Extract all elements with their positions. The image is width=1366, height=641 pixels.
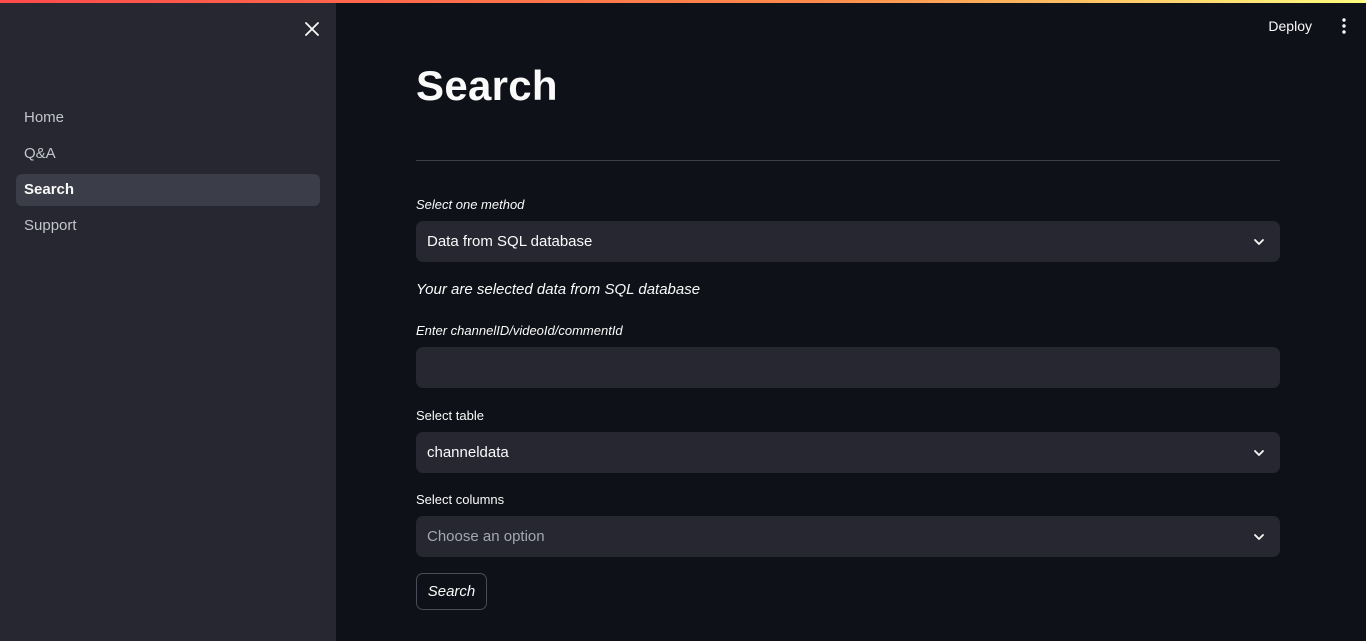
id-input-field[interactable]	[416, 347, 1280, 388]
sidebar: Home Q&A Search Support	[0, 0, 336, 641]
page-title: Search	[416, 62, 558, 109]
method-label: Select one method	[416, 197, 525, 212]
search-button[interactable]: Search	[416, 573, 487, 610]
table-select-label: Select table	[416, 408, 484, 423]
sidebar-nav: Home Q&A Search Support	[16, 102, 320, 246]
close-icon	[305, 22, 319, 36]
id-input-label: Enter channelID/videoId/commentId	[416, 323, 623, 338]
table-select[interactable]: channeldata	[416, 432, 1280, 473]
main-menu-button[interactable]	[1332, 14, 1356, 38]
method-select-value: Data from SQL database	[427, 233, 593, 250]
close-sidebar-button[interactable]	[300, 17, 324, 41]
sidebar-item-support[interactable]: Support	[16, 210, 320, 242]
columns-select-label: Select columns	[416, 492, 505, 507]
columns-placeholder: Choose an option	[427, 528, 545, 545]
more-vertical-icon	[1342, 18, 1346, 34]
selection-info-text: Your are selected data from SQL database	[416, 281, 701, 298]
deploy-button[interactable]: Deploy	[1268, 18, 1312, 34]
columns-multiselect[interactable]: Choose an option	[416, 516, 1280, 557]
top-decoration-bar	[0, 0, 1366, 3]
chevron-down-icon	[1254, 450, 1264, 456]
table-select-value: channeldata	[427, 444, 509, 461]
sidebar-item-search[interactable]: Search	[16, 174, 320, 206]
chevron-down-icon	[1254, 534, 1264, 540]
method-select[interactable]: Data from SQL database	[416, 221, 1280, 262]
sidebar-item-qa[interactable]: Q&A	[16, 138, 320, 170]
header-actions: Deploy	[1268, 0, 1366, 52]
divider	[416, 160, 1280, 161]
sidebar-item-home[interactable]: Home	[16, 102, 320, 134]
chevron-down-icon	[1254, 239, 1264, 245]
